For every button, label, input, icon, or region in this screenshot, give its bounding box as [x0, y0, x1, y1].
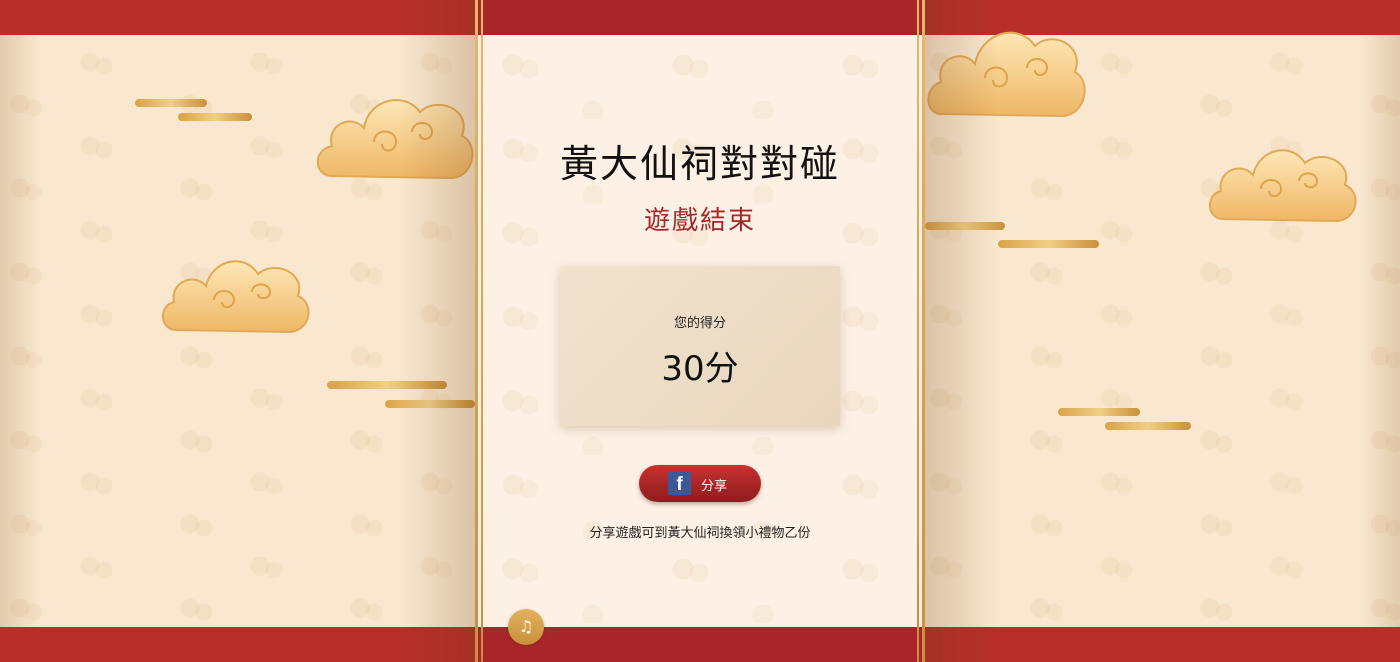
left-edge-shade: [0, 0, 40, 662]
panel-rail-left-outer: [475, 0, 478, 662]
game-end-screen: 黃大仙祠對對碰 遊戲結束 您的得分 30分 f 分享 分享遊戲可到黃大仙祠換領小…: [0, 0, 1400, 662]
music-toggle-button[interactable]: ♫: [508, 609, 544, 645]
gold-streak: [1058, 408, 1140, 416]
result-panel: 黃大仙祠對對碰 遊戲結束 您的得分 30分 f 分享 分享遊戲可到黃大仙祠換領小…: [475, 0, 925, 662]
cloud-icon: [1209, 149, 1357, 223]
cloud-icon: [162, 260, 310, 334]
facebook-icon: f: [668, 472, 691, 495]
panel-top-band: [475, 0, 925, 35]
right-edge-shade: [1360, 0, 1400, 662]
score-card: 您的得分 30分: [560, 266, 840, 426]
score-value: 30分: [661, 349, 739, 389]
gold-streak: [998, 240, 1099, 248]
gold-streak: [1105, 422, 1191, 430]
panel-shadow-left: [400, 0, 475, 662]
gold-streak: [178, 113, 252, 121]
panel-rail-left-inner: [481, 0, 483, 662]
game-over-heading: 遊戲結束: [643, 206, 756, 236]
share-reward-note: 分享遊戲可到黃大仙祠換領小禮物乙份: [589, 526, 811, 541]
share-button-label: 分享: [701, 479, 728, 494]
game-title: 黃大仙祠對對碰: [559, 142, 840, 186]
music-note-icon: ♫: [518, 617, 534, 636]
facebook-share-button[interactable]: f 分享: [639, 465, 761, 502]
gold-streak: [135, 99, 207, 107]
score-label: 您的得分: [673, 316, 726, 331]
panel-shadow-right: [925, 0, 1000, 662]
panel-rail-right-inner: [917, 0, 919, 662]
facebook-icon-glyph: f: [676, 474, 683, 495]
panel-rail-right-outer: [922, 0, 925, 662]
